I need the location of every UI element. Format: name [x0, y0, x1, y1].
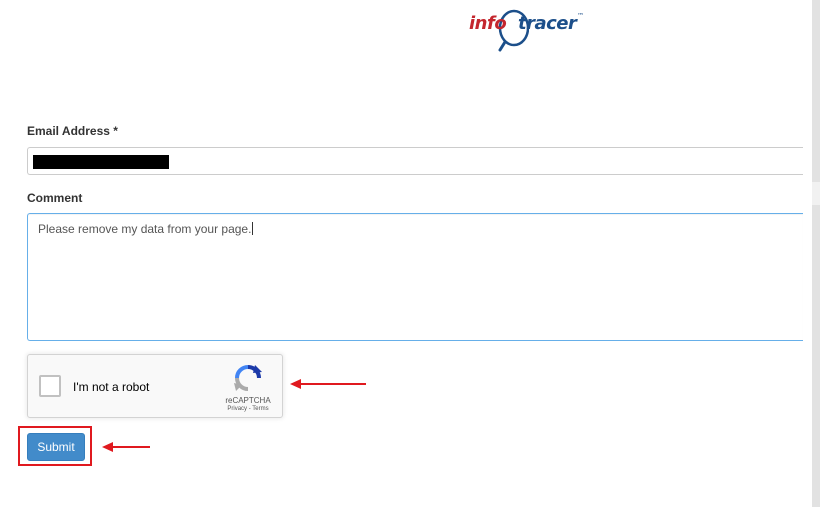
annotation-arrow-recaptcha — [290, 379, 366, 389]
scrollbar-track-segment — [812, 0, 820, 182]
comment-text: Please remove my data from your page. — [38, 222, 254, 236]
logo-trademark: ™ — [577, 12, 584, 20]
scrollbar-track-segment — [812, 205, 820, 507]
page: info tracer ™ Email Address * Comment Pl… — [0, 0, 820, 507]
email-redaction — [33, 155, 169, 169]
submit-button[interactable]: Submit — [27, 433, 85, 461]
recaptcha-widget: I'm not a robot reCAPTCHA Privacy - Term… — [27, 354, 283, 418]
annotation-arrow-submit — [102, 442, 150, 452]
recaptcha-brand: reCAPTCHA — [225, 396, 271, 405]
text-caret — [252, 222, 254, 235]
infotracer-logo: info tracer ™ — [469, 6, 599, 52]
scrollbar[interactable] — [812, 0, 820, 507]
recaptcha-privacy-terms-link[interactable]: Privacy - Terms — [220, 406, 276, 412]
comment-label: Comment — [27, 191, 83, 205]
logo-text-info: info — [469, 13, 507, 34]
recaptcha-label: I'm not a robot — [73, 380, 150, 394]
logo-text-tracer: tracer — [518, 13, 577, 34]
recaptcha-logo-icon — [234, 365, 262, 391]
comment-value: Please remove my data from your page. — [38, 222, 252, 236]
recaptcha-checkbox[interactable] — [39, 375, 61, 397]
email-label: Email Address * — [27, 124, 118, 138]
